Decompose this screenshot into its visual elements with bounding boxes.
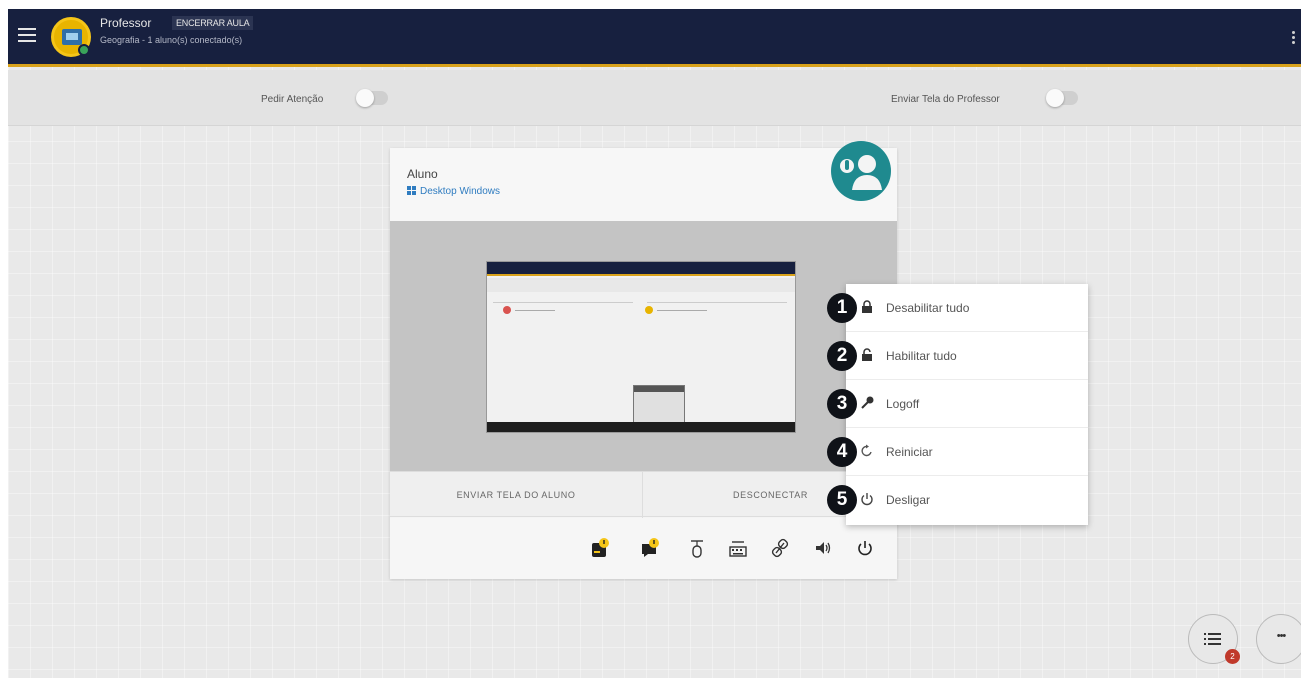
menu-item-label: Habilitar tudo (886, 349, 957, 363)
menu-item-shutdown[interactable]: 5 Desligar (827, 476, 1088, 524)
power-icon (861, 493, 873, 506)
online-status-dot (78, 44, 90, 56)
more-vertical-icon[interactable] (1292, 31, 1295, 46)
menu-item-label: Reiniciar (886, 445, 933, 459)
more-options-fab-button[interactable]: ••• (1256, 614, 1301, 664)
menu-item-label: Desabilitar tudo (886, 301, 970, 315)
teacher-avatar (51, 17, 91, 57)
menu-item-logoff[interactable]: 3 Logoff (827, 380, 1088, 428)
windows-icon (407, 186, 416, 195)
student-name: Aluno (407, 167, 438, 181)
step-number-badge: 4 (827, 437, 857, 467)
menu-item-label: Desligar (886, 493, 931, 507)
hamburger-menu-icon[interactable] (18, 28, 36, 42)
app-window: Professor ENCERRAR AULA Geografia - 1 al… (8, 9, 1301, 678)
end-class-button[interactable]: ENCERRAR AULA (172, 16, 254, 30)
unlock-icon (862, 348, 872, 361)
student-screen-thumbnail[interactable] (486, 261, 796, 433)
restart-icon (861, 444, 872, 457)
send-teacher-screen-label: Enviar Tela do Professor (891, 94, 1000, 105)
lock-icon (862, 300, 872, 313)
power-icon[interactable] (855, 537, 875, 559)
student-controls (390, 518, 897, 579)
student-os: Desktop Windows (407, 186, 500, 197)
list-icon (1204, 633, 1221, 645)
student-actions: ENVIAR TELA DO ALUNO DESCONECTAR (390, 471, 897, 518)
step-number-badge: 3 (827, 389, 857, 419)
menu-item-restart[interactable]: 4 Reiniciar (827, 428, 1088, 476)
key-icon (861, 396, 874, 409)
keyboard-icon[interactable] (728, 537, 748, 559)
block-screen-icon[interactable] (590, 537, 610, 559)
student-card-header: Aluno Desktop Windows (390, 141, 897, 221)
menu-item-disable-all[interactable]: 1 Desabilitar tudo (827, 284, 1088, 332)
teacher-name: Professor (100, 16, 152, 30)
send-teacher-screen-toggle[interactable] (1046, 89, 1078, 107)
send-student-screen-button[interactable]: ENVIAR TELA DO ALUNO (390, 472, 643, 518)
link-icon[interactable] (770, 537, 790, 559)
student-avatar-icon (831, 141, 891, 201)
step-number-badge: 2 (827, 341, 857, 371)
student-screen-area[interactable] (390, 221, 897, 471)
class-toolbar: Pedir Atenção Enviar Tela do Professor (8, 70, 1301, 126)
mouse-icon[interactable] (687, 537, 707, 559)
step-number-badge: 5 (827, 485, 857, 515)
request-attention-label: Pedir Atenção (261, 94, 324, 105)
menu-item-label: Logoff (886, 397, 920, 411)
request-attention-toggle[interactable] (356, 89, 388, 107)
power-options-menu: 1 Desabilitar tudo 2 Habilitar tudo 3 Lo… (827, 284, 1088, 525)
menu-item-enable-all[interactable]: 2 Habilitar tudo (827, 332, 1088, 380)
notification-badge: 2 (1225, 649, 1240, 664)
student-card: Aluno Desktop Windows ENVIAR TELA DO ALU… (390, 141, 897, 579)
more-horizontal-icon: ••• (1276, 630, 1287, 642)
top-bar: Professor ENCERRAR AULA Geografia - 1 al… (8, 9, 1301, 67)
message-icon[interactable] (640, 537, 660, 559)
volume-icon[interactable] (813, 537, 833, 559)
step-number-badge: 1 (827, 293, 857, 323)
class-subtitle: Geografia - 1 aluno(s) conectado(s) (100, 35, 243, 45)
list-fab-button[interactable]: 2 (1188, 614, 1240, 664)
